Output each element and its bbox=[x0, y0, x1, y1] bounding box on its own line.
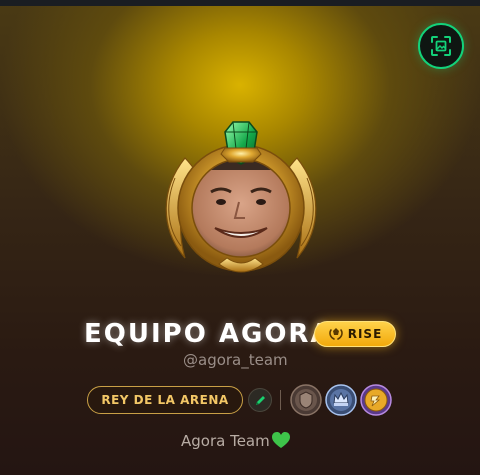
player-title-pill[interactable]: REY DE LA ARENA bbox=[87, 386, 243, 414]
qr-scan-button[interactable] bbox=[418, 23, 464, 69]
avatar-frame[interactable] bbox=[155, 118, 327, 286]
rank-badge[interactable]: RISE bbox=[314, 321, 396, 347]
edit-title-button[interactable] bbox=[248, 388, 272, 412]
bronze-shield-badge[interactable] bbox=[290, 384, 322, 416]
pencil-icon bbox=[255, 395, 265, 405]
bio-text: Agora Team bbox=[181, 431, 290, 451]
laurel-crown-icon bbox=[328, 328, 343, 340]
bio-label: Agora Team bbox=[181, 432, 270, 450]
top-status-bar bbox=[0, 0, 480, 6]
rank-badge-label: RISE bbox=[347, 327, 383, 341]
silver-crown-badge[interactable] bbox=[325, 384, 357, 416]
badge-divider bbox=[280, 390, 281, 410]
green-heart-icon bbox=[271, 432, 290, 448]
display-name: EQUIPO AGORA bbox=[84, 319, 333, 349]
user-handle: @agora_team bbox=[183, 351, 288, 369]
qr-scan-icon bbox=[431, 36, 451, 56]
gold-coin-badge[interactable] bbox=[360, 384, 392, 416]
player-title-label: REY DE LA ARENA bbox=[101, 393, 229, 407]
